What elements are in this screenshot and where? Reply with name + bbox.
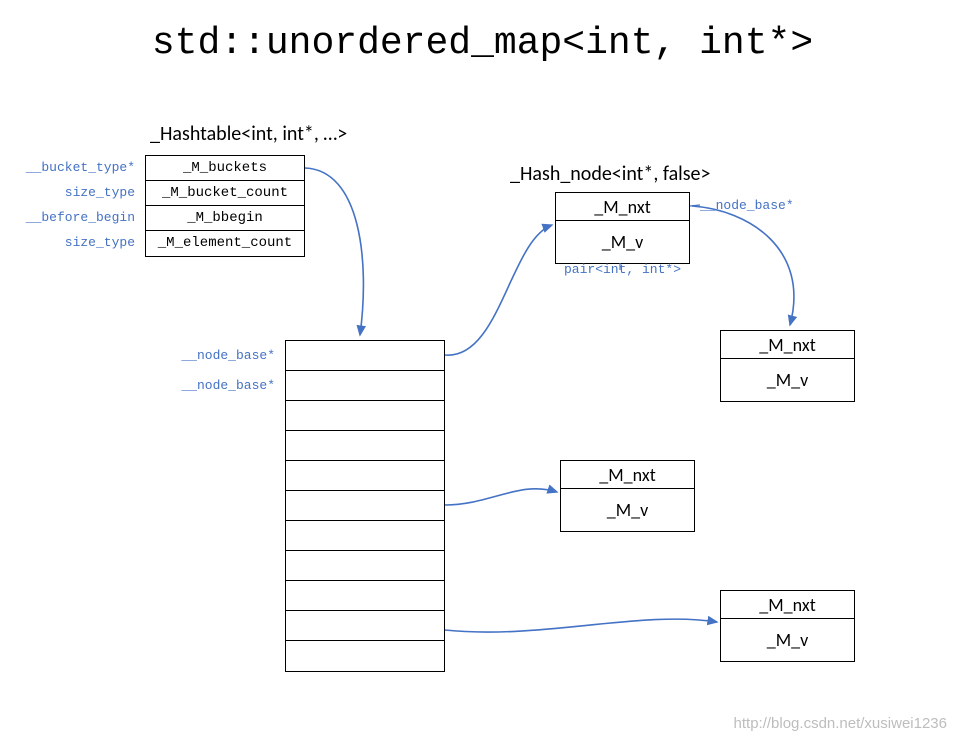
bucket-row: [286, 371, 444, 401]
bucket-row: [286, 461, 444, 491]
bucket-row: [286, 611, 444, 641]
bucket-array: [285, 340, 445, 672]
bucket-row: [286, 401, 444, 431]
bucket-row: [286, 491, 444, 521]
hashnode-label: _Hash_node<int*, false>: [510, 162, 710, 186]
bucket-row: [286, 551, 444, 581]
bucket-row: [286, 431, 444, 461]
ht-type-0: __bucket_type*: [10, 160, 135, 175]
ht-type-1: size_type: [10, 185, 135, 200]
node-nxt: _M_nxt: [721, 591, 854, 619]
bucket-row: [286, 521, 444, 551]
page-title: std::unordered_map<int, int*>: [0, 22, 965, 65]
node-v: _M_v: [561, 489, 694, 531]
ht-row-buckets: _M_buckets: [146, 156, 304, 181]
ht-type-2: __before_begin: [10, 210, 135, 225]
ht-row-bucket-count: _M_bucket_count: [146, 181, 304, 206]
node-nxt: _M_nxt: [556, 193, 689, 221]
node1-below-annot: pair<int, int*>: [555, 262, 690, 277]
hash-node-3: _M_nxt _M_v: [560, 460, 695, 532]
bucket-type-1: __node_base*: [160, 378, 275, 393]
bucket-row: [286, 641, 444, 671]
node-nxt: _M_nxt: [561, 461, 694, 489]
hashtable-box: _M_buckets _M_bucket_count _M_bbegin _M_…: [145, 155, 305, 257]
hashtable-label: _Hashtable<int, int*, …>: [150, 122, 347, 146]
node-v: _M_v: [721, 619, 854, 661]
bucket-row: [286, 581, 444, 611]
bucket-row: [286, 341, 444, 371]
watermark: http://blog.csdn.net/xusiwei1236: [734, 715, 947, 732]
hash-node-2: _M_nxt _M_v: [720, 330, 855, 402]
bucket-type-0: __node_base*: [160, 348, 275, 363]
node-nxt: _M_nxt: [721, 331, 854, 359]
ht-row-bbegin: _M_bbegin: [146, 206, 304, 231]
ht-type-3: size_type: [10, 235, 135, 250]
ht-row-element-count: _M_element_count: [146, 231, 304, 256]
node1-right-annot: __node_base*: [700, 198, 820, 213]
hash-node-1: _M_nxt _M_v: [555, 192, 690, 264]
node-v: _M_v: [556, 221, 689, 263]
node-v: _M_v: [721, 359, 854, 401]
hash-node-4: _M_nxt _M_v: [720, 590, 855, 662]
